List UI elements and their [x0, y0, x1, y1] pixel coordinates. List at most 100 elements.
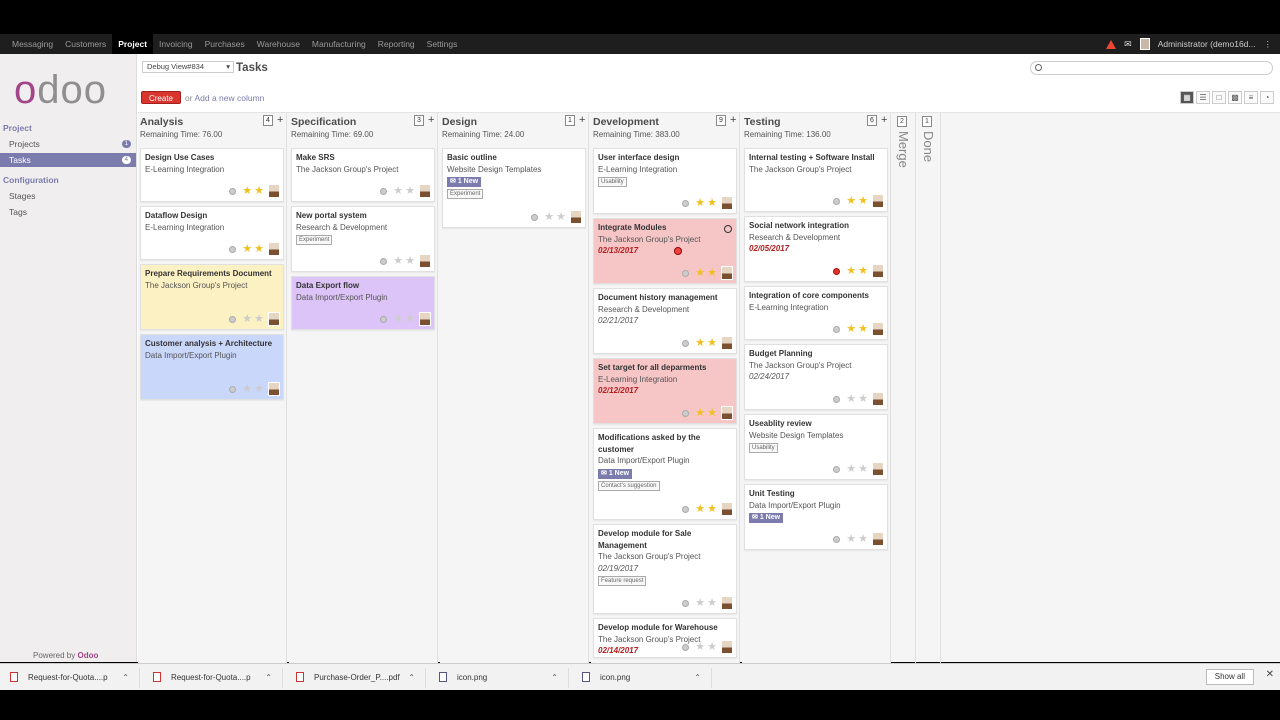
priority-star-icon[interactable]: ★: [393, 314, 403, 325]
task-card[interactable]: Customer analysis + Architecture Data Im…: [140, 334, 284, 400]
menu-toggle-icon[interactable]: ⋮: [1264, 39, 1273, 50]
download-item[interactable]: Request-for-Quota....p ⌃: [0, 668, 140, 688]
priority-star-icon[interactable]: ★: [254, 384, 264, 395]
user-menu[interactable]: Administrator (demo16d...: [1158, 39, 1256, 49]
priority-star-icon[interactable]: ★: [393, 186, 403, 197]
kanban-state-icon[interactable]: [682, 643, 690, 651]
download-item[interactable]: icon.png ⌃: [429, 668, 569, 688]
search-input[interactable]: [1030, 61, 1273, 75]
priority-star-icon[interactable]: ★: [242, 384, 252, 395]
add-column-link[interactable]: Add a new column: [194, 93, 264, 103]
kanban-state-icon[interactable]: [229, 187, 237, 195]
kanban-state-icon[interactable]: [380, 187, 388, 195]
kanban-state-icon[interactable]: [833, 267, 841, 275]
priority-star-icon[interactable]: ★: [695, 504, 705, 515]
task-card[interactable]: Internal testing + Software Install The …: [744, 148, 888, 212]
new-messages-badge[interactable]: ✉ 1 New: [447, 177, 482, 187]
priority-star-icon[interactable]: ★: [858, 464, 868, 475]
kanban-state-icon[interactable]: [833, 325, 841, 333]
top-menu-item-messaging[interactable]: Messaging: [6, 34, 59, 54]
chevron-up-icon[interactable]: ⌃: [265, 668, 272, 688]
top-menu-item-invoicing[interactable]: Invoicing: [153, 34, 199, 54]
top-menu-item-purchases[interactable]: Purchases: [199, 34, 251, 54]
priority-star-icon[interactable]: ★: [846, 534, 856, 545]
kanban-state-icon[interactable]: [682, 199, 690, 207]
sidebar-item-projects[interactable]: Projects 1: [0, 137, 136, 151]
task-card[interactable]: Develop module for Warehouse The Jackson…: [593, 618, 737, 658]
task-card[interactable]: Prepare Requirements Document The Jackso…: [140, 264, 284, 330]
kanban-state-icon[interactable]: [682, 269, 690, 277]
priority-star-icon[interactable]: ★: [242, 244, 252, 255]
priority-star-icon[interactable]: ★: [858, 266, 868, 277]
priority-star-icon[interactable]: ★: [544, 212, 554, 223]
task-card[interactable]: Document history management Research & D…: [593, 288, 737, 354]
task-card[interactable]: Set target for all deparments E-Learning…: [593, 358, 737, 424]
priority-star-icon[interactable]: ★: [858, 394, 868, 405]
priority-star-icon[interactable]: ★: [405, 256, 415, 267]
priority-star-icon[interactable]: ★: [707, 642, 717, 653]
task-card[interactable]: Data Export flow Data Import/Export Plug…: [291, 276, 435, 330]
column-count[interactable]: 6: [867, 115, 877, 126]
sidebar-item-stages[interactable]: Stages: [0, 189, 136, 203]
powered-by-brand[interactable]: Odoo: [77, 651, 98, 660]
column-title[interactable]: Specification: [291, 116, 356, 128]
close-icon[interactable]: ✕: [1266, 669, 1274, 680]
task-card[interactable]: Budget Planning The Jackson Group's Proj…: [744, 344, 888, 410]
chat-icon[interactable]: ✉: [1124, 39, 1132, 50]
create-button[interactable]: Create: [141, 91, 181, 104]
task-card[interactable]: Basic outline Website Design Templates ✉ …: [442, 148, 586, 228]
priority-star-icon[interactable]: ★: [695, 408, 705, 419]
priority-star-icon[interactable]: ★: [242, 314, 252, 325]
task-card[interactable]: Useablity review Website Design Template…: [744, 414, 888, 480]
top-menu-item-warehouse[interactable]: Warehouse: [251, 34, 306, 54]
priority-star-icon[interactable]: ★: [858, 324, 868, 335]
kanban-view-icon[interactable]: ▦: [1180, 91, 1194, 104]
top-menu-item-settings[interactable]: Settings: [421, 34, 464, 54]
top-menu-item-project[interactable]: Project: [112, 34, 154, 54]
task-card[interactable]: Integration of core components E-Learnin…: [744, 286, 888, 340]
task-card[interactable]: Dataflow Design E-Learning Integration ★ ★: [140, 206, 284, 260]
priority-star-icon[interactable]: ★: [254, 244, 264, 255]
priority-star-icon[interactable]: ★: [695, 338, 705, 349]
add-task-icon[interactable]: +: [428, 114, 434, 126]
priority-star-icon[interactable]: ★: [707, 598, 717, 609]
task-card[interactable]: Unit Testing Data Import/Export Plugin ✉ …: [744, 484, 888, 550]
column-title[interactable]: Design: [442, 116, 477, 128]
new-messages-badge[interactable]: ✉ 1 New: [598, 468, 633, 479]
priority-star-icon[interactable]: ★: [846, 324, 856, 335]
kanban-state-icon[interactable]: [833, 465, 841, 473]
download-item[interactable]: Request-for-Quota....p ⌃: [143, 668, 283, 688]
kanban-state-icon[interactable]: [380, 257, 388, 265]
add-task-icon[interactable]: +: [277, 114, 283, 126]
kanban-state-icon[interactable]: [682, 409, 690, 417]
priority-star-icon[interactable]: ★: [707, 198, 717, 209]
priority-star-icon[interactable]: ★: [405, 314, 415, 325]
task-card[interactable]: Develop module for Sale Management The J…: [593, 524, 737, 614]
top-menu-item-manufacturing[interactable]: Manufacturing: [306, 34, 372, 54]
top-menu-item-reporting[interactable]: Reporting: [372, 34, 421, 54]
priority-star-icon[interactable]: ★: [707, 504, 717, 515]
kanban-state-icon[interactable]: [682, 505, 690, 513]
chevron-up-icon[interactable]: ⌃: [551, 668, 558, 688]
chevron-up-icon[interactable]: ⌃: [122, 668, 129, 688]
task-card[interactable]: New portal system Research & Development…: [291, 206, 435, 272]
form-view-icon[interactable]: □: [1212, 91, 1226, 104]
add-task-icon[interactable]: +: [881, 114, 887, 126]
priority-star-icon[interactable]: ★: [254, 314, 264, 325]
kanban-state-icon[interactable]: [380, 315, 388, 323]
add-task-icon[interactable]: +: [730, 114, 736, 126]
task-card[interactable]: Modifications asked by the customer Data…: [593, 428, 737, 520]
user-avatar[interactable]: [1139, 38, 1150, 50]
priority-star-icon[interactable]: ★: [846, 394, 856, 405]
kanban-state-icon[interactable]: [229, 315, 237, 323]
priority-star-icon[interactable]: ★: [846, 266, 856, 277]
column-count[interactable]: 4: [263, 115, 273, 126]
download-item[interactable]: Purchase-Order_P....pdf ⌃: [286, 668, 426, 688]
add-task-icon[interactable]: +: [579, 114, 585, 126]
priority-star-icon[interactable]: ★: [695, 642, 705, 653]
priority-star-icon[interactable]: ★: [695, 268, 705, 279]
graph-view-icon[interactable]: ◔: [1260, 91, 1274, 104]
sidebar-item-tasks[interactable]: Tasks 4: [0, 153, 136, 167]
new-messages-badge[interactable]: ✉ 1 New: [749, 513, 784, 523]
task-card[interactable]: Make SRS The Jackson Group's Project ★ ★: [291, 148, 435, 202]
